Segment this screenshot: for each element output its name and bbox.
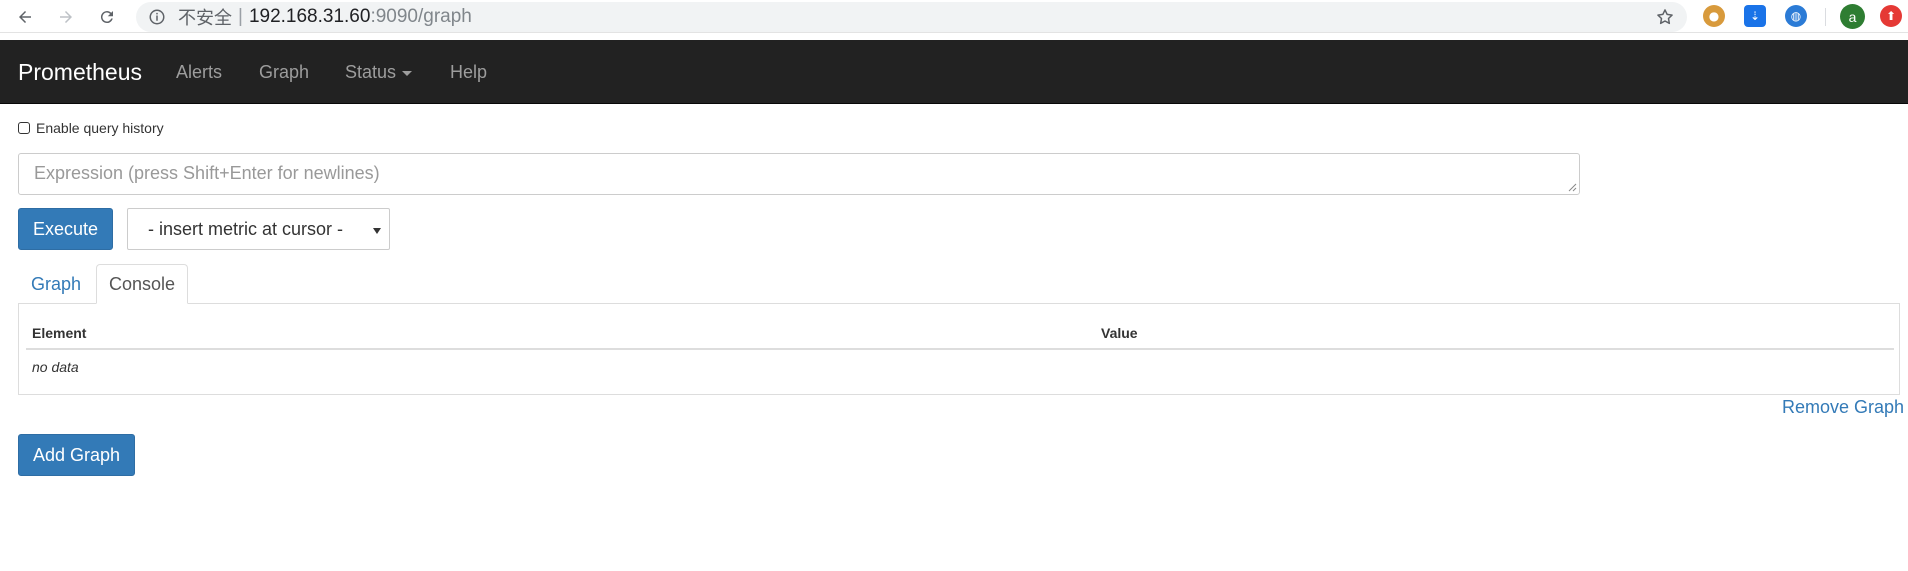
remove-graph-link[interactable]: Remove Graph	[1782, 397, 1904, 418]
execute-button[interactable]: Execute	[18, 208, 113, 250]
console-panel: Element Value no data	[18, 303, 1900, 395]
add-graph-button[interactable]: Add Graph	[18, 434, 135, 476]
upload-extension-icon[interactable]: ⬆	[1880, 5, 1902, 27]
forward-button[interactable]	[53, 4, 79, 30]
nav-status-label: Status	[345, 62, 397, 82]
query-history-checkbox[interactable]	[18, 122, 30, 134]
star-icon[interactable]	[1655, 7, 1675, 27]
address-separator: |	[238, 6, 243, 27]
resize-grip-icon[interactable]	[1567, 182, 1577, 192]
brand-logo[interactable]: Prometheus	[18, 59, 142, 86]
expression-input[interactable]	[18, 153, 1580, 195]
column-header-element: Element	[32, 325, 87, 341]
query-history-toggle[interactable]: Enable query history	[18, 120, 164, 136]
url-host: 192.168.31.60	[248, 6, 371, 27]
tab-graph[interactable]: Graph	[18, 264, 94, 304]
globe-extension-icon[interactable]: ◍	[1785, 5, 1807, 27]
nav-graph[interactable]: Graph	[259, 62, 309, 83]
back-button[interactable]	[12, 4, 38, 30]
url-path: :9090/graph	[370, 6, 472, 27]
security-label: 不安全	[178, 8, 232, 29]
nav-help[interactable]: Help	[450, 62, 487, 83]
select-arrow-icon	[373, 228, 381, 234]
column-header-value: Value	[1101, 325, 1138, 341]
address-bar[interactable]: 不安全 | 192.168.31.60:9090/graph	[136, 2, 1687, 32]
insert-metric-select[interactable]: - insert metric at cursor -	[127, 208, 390, 250]
reload-icon	[100, 11, 113, 24]
cookie-extension-icon[interactable]: ●	[1703, 5, 1725, 27]
no-data-text: no data	[32, 359, 79, 375]
insert-metric-value: - insert metric at cursor -	[148, 218, 344, 239]
profile-avatar[interactable]: a	[1840, 4, 1865, 29]
nav-status[interactable]: Status	[345, 62, 413, 83]
tab-console[interactable]: Console	[96, 264, 188, 304]
browser-toolbar: 不安全 | 192.168.31.60:9090/graph ● ⇣ ◍ a ⬆	[0, 0, 1908, 33]
table-header-divider	[26, 348, 1894, 350]
caret-down-icon	[402, 70, 413, 76]
top-navbar: Prometheus Alerts Graph Status Help	[0, 40, 1908, 104]
arrow-right-icon	[60, 11, 72, 23]
save-extension-icon[interactable]: ⇣	[1744, 5, 1766, 27]
reload-button[interactable]	[94, 4, 120, 30]
toolbar-divider	[1825, 8, 1826, 26]
query-history-label: Enable query history	[36, 120, 164, 136]
nav-alerts[interactable]: Alerts	[176, 62, 222, 83]
arrow-left-icon	[19, 11, 31, 23]
info-icon	[149, 9, 165, 25]
